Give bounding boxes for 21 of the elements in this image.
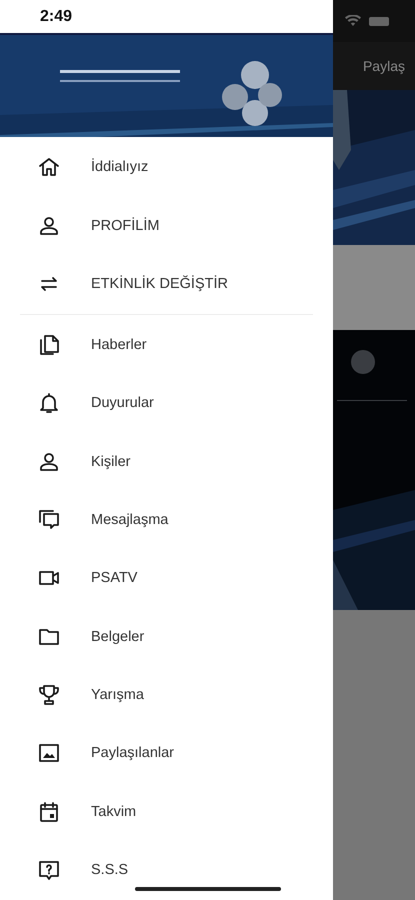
trophy-icon xyxy=(37,682,61,707)
battery-icon xyxy=(369,16,389,26)
menu-item[interactable]: Belgeler xyxy=(91,628,144,645)
menu-item[interactable]: S.S.S xyxy=(91,862,128,878)
menu-item[interactable]: İddialıyız xyxy=(91,159,148,176)
wifi-icon xyxy=(345,15,361,27)
menu-item[interactable]: PROFİLİM xyxy=(91,218,160,234)
menu-item[interactable]: Duyurular xyxy=(91,395,154,412)
menu-item[interactable]: Paylaşılanlar xyxy=(91,745,174,762)
menu-item[interactable]: Takvim xyxy=(91,804,136,820)
menu-item[interactable]: Yarışma xyxy=(91,686,144,703)
menu-item[interactable]: Kişiler xyxy=(91,454,130,470)
status-time: 2:49 xyxy=(40,8,72,26)
share-button[interactable]: Paylaş xyxy=(362,58,405,74)
menu-item[interactable]: ETKİNLİK DEĞİŞTİR xyxy=(91,276,228,292)
documents-icon xyxy=(37,333,61,358)
menu-item[interactable]: Mesajlaşma xyxy=(91,512,168,528)
bell-icon xyxy=(37,391,61,416)
calendar-icon xyxy=(37,800,61,824)
menu-item[interactable]: PSATV xyxy=(91,570,138,586)
menu-item[interactable]: Haberler xyxy=(91,337,147,354)
